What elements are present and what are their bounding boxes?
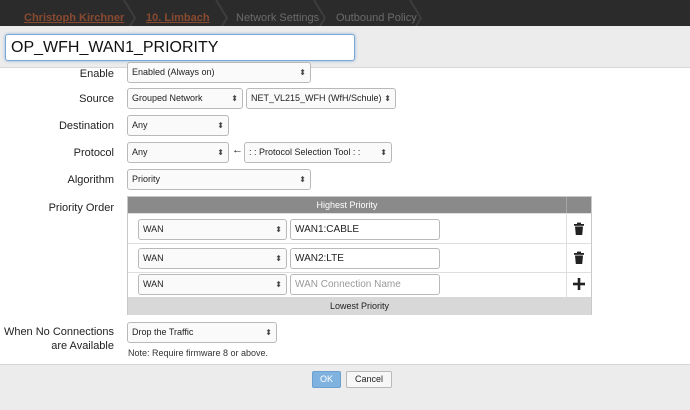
trash-icon[interactable] [572, 222, 586, 236]
ok-button[interactable]: OK [312, 371, 341, 388]
table-row: WAN ⬍ WAN2:LTE [128, 243, 591, 272]
updown-chevron-icon: ⬍ [384, 94, 391, 103]
no-connections-label-line1: When No Connections [3, 326, 114, 338]
highest-priority-header: Highest Priority [128, 197, 566, 213]
updown-chevron-icon: ⬍ [265, 328, 272, 337]
updown-chevron-icon: ⬍ [275, 280, 282, 289]
protocol-tool-value: : : Protocol Selection Tool : : [249, 147, 361, 157]
source-label: Source [79, 93, 114, 105]
protocol-label: Protocol [73, 147, 114, 159]
trash-icon[interactable] [572, 251, 586, 265]
firmware-note: Note: Require firmware 8 or above. [128, 348, 269, 358]
updown-chevron-icon: ⬍ [275, 254, 282, 263]
source-network-select[interactable]: NET_VL215_WFH (WfH/Schule) ⬍ [246, 88, 396, 109]
table-row-new: WAN ⬍ WAN Connection Name [128, 272, 591, 297]
priority-order-table: Highest Priority WAN ⬍ WAN1:CABLE WAN ⬍ … [127, 196, 592, 315]
updown-chevron-icon: ⬍ [380, 148, 387, 157]
wan-connection-field[interactable]: WAN1:CABLE [290, 219, 440, 240]
updown-chevron-icon: ⬍ [217, 148, 224, 157]
cancel-button[interactable]: Cancel [346, 371, 392, 388]
source-network-value: NET_VL215_WFH (WfH/Schule) [251, 93, 382, 103]
policy-name-input[interactable]: OP_WFH_WAN1_PRIORITY [5, 34, 355, 61]
wan-type-select[interactable]: WAN ⬍ [138, 274, 287, 295]
wan-type-value: WAN [143, 279, 164, 289]
no-connections-select[interactable]: Drop the Traffic ⬍ [127, 322, 277, 343]
left-arrow-icon: ← [232, 144, 243, 156]
updown-chevron-icon: ⬍ [275, 225, 282, 234]
protocol-selection-tool-select[interactable]: : : Protocol Selection Tool : : ⬍ [244, 142, 392, 163]
updown-chevron-icon: ⬍ [299, 175, 306, 184]
wan-type-value: WAN [143, 253, 164, 263]
destination-select[interactable]: Any ⬍ [127, 115, 229, 136]
algorithm-value: Priority [132, 174, 161, 184]
protocol-select[interactable]: Any ⬍ [127, 142, 229, 163]
wan-type-value: WAN [143, 224, 164, 234]
source-type-value: Grouped Network [132, 93, 203, 103]
priority-order-label: Priority Order [48, 202, 114, 214]
enable-select[interactable]: Enabled (Always on) ⬍ [127, 62, 311, 83]
source-type-select[interactable]: Grouped Network ⬍ [127, 88, 243, 109]
lowest-priority-footer: Lowest Priority [128, 297, 591, 315]
policy-form: Enable Enabled (Always on) ⬍ Source Grou… [0, 62, 690, 364]
destination-value: Any [132, 120, 148, 130]
algorithm-label: Algorithm [67, 174, 114, 186]
wan-connection-field[interactable]: WAN2:LTE [290, 248, 440, 269]
table-header-action-cell [566, 197, 591, 213]
wan-type-select[interactable]: WAN ⬍ [138, 248, 287, 269]
no-connections-value: Drop the Traffic [132, 327, 194, 337]
algorithm-select[interactable]: Priority ⬍ [127, 169, 311, 190]
enable-label: Enable [79, 68, 114, 80]
plus-icon[interactable] [572, 277, 586, 291]
protocol-value: Any [132, 147, 148, 157]
updown-chevron-icon: ⬍ [231, 94, 238, 103]
dialog-footer: OK Cancel [0, 364, 690, 410]
table-row: WAN ⬍ WAN1:CABLE [128, 213, 591, 243]
wan-connection-name-input[interactable]: WAN Connection Name [290, 274, 440, 295]
policy-name-bar: OP_WFH_WAN1_PRIORITY [0, 26, 690, 68]
no-connections-label-line2: are Available [51, 340, 114, 352]
enable-value: Enabled (Always on) [132, 67, 215, 77]
updown-chevron-icon: ⬍ [217, 121, 224, 130]
wan-type-select[interactable]: WAN ⬍ [138, 219, 287, 240]
updown-chevron-icon: ⬍ [299, 68, 306, 77]
destination-label: Destination [58, 120, 114, 132]
